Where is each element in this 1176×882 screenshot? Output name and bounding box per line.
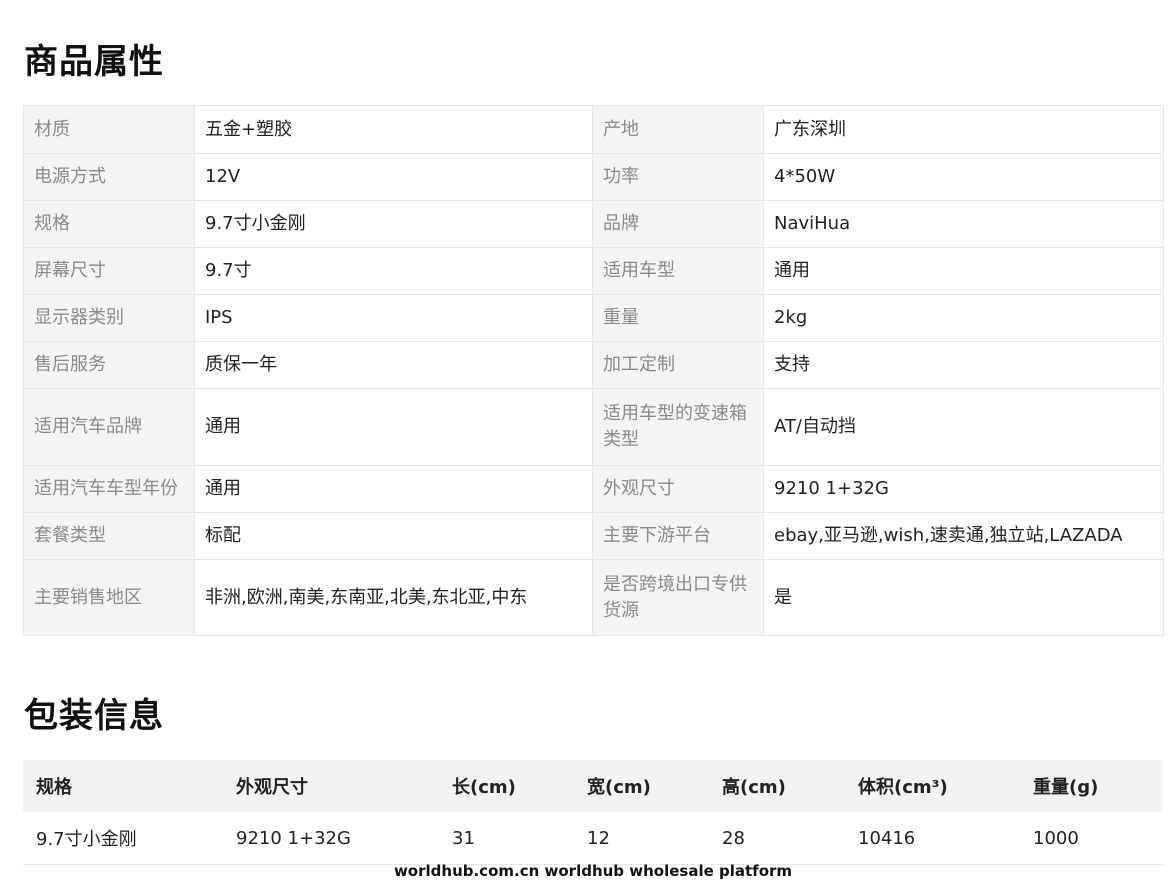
attribute-row: 材质 五金+塑胶 产地 广东深圳 — [23, 105, 1164, 154]
attribute-value: 通用 — [194, 388, 593, 466]
attribute-row: 电源方式 12V 功率 4*50W — [23, 153, 1164, 201]
packaging-cell: 31 — [439, 812, 574, 865]
packaging-header-cell: 宽(cm) — [574, 760, 709, 812]
attribute-value: 支持 — [763, 341, 1164, 389]
attribute-key: 显示器类别 — [23, 294, 195, 342]
packaging-cell: 10416 — [845, 812, 1020, 865]
attribute-value: 通用 — [194, 465, 593, 513]
packaging-cell: 1000 — [1020, 812, 1163, 865]
attribute-row: 适用汽车品牌 通用 适用车型的变速箱类型 AT/自动挡 — [23, 388, 1164, 466]
attribute-key: 功率 — [592, 153, 764, 201]
packaging-cell: 28 — [709, 812, 845, 865]
packaging-cell: 9.7寸小金刚 — [23, 812, 223, 865]
packaging-header-cell: 外观尺寸 — [223, 760, 439, 812]
packaging-header-cell: 体积(cm³) — [845, 760, 1020, 812]
attribute-key: 是否跨境出口专供货源 — [592, 559, 764, 636]
attribute-value: 非洲,欧洲,南美,东南亚,北美,东北亚,中东 — [194, 559, 593, 636]
attribute-value: NaviHua — [763, 200, 1164, 248]
packaging-header-row: 规格 外观尺寸 长(cm) 宽(cm) 高(cm) 体积(cm³) 重量(g) — [23, 760, 1163, 812]
attribute-key: 适用汽车品牌 — [23, 388, 195, 466]
attribute-value: 通用 — [763, 247, 1164, 295]
packaging-cell: 9210 1+32G — [223, 812, 439, 865]
attribute-key: 适用车型 — [592, 247, 764, 295]
attribute-value: 广东深圳 — [763, 105, 1164, 154]
attribute-row: 套餐类型 标配 主要下游平台 ebay,亚马逊,wish,速卖通,独立站,LAZADA — [23, 512, 1164, 560]
attribute-value: AT/自动挡 — [763, 388, 1164, 466]
attribute-key: 产地 — [592, 105, 764, 154]
attribute-value: 12V — [194, 153, 593, 201]
attribute-row: 规格 9.7寸小金刚 品牌 NaviHua — [23, 200, 1164, 248]
footer-watermark: worldhub.com.cn worldhub wholesale platf… — [393, 862, 793, 880]
attribute-key: 外观尺寸 — [592, 465, 764, 513]
attribute-key: 电源方式 — [23, 153, 195, 201]
attribute-row: 售后服务 质保一年 加工定制 支持 — [23, 341, 1164, 389]
attribute-key: 加工定制 — [592, 341, 764, 389]
attribute-key: 主要下游平台 — [592, 512, 764, 560]
attribute-key: 适用汽车车型年份 — [23, 465, 195, 513]
attribute-key: 售后服务 — [23, 341, 195, 389]
attribute-row: 显示器类别 IPS 重量 2kg — [23, 294, 1164, 342]
packaging-header-cell: 高(cm) — [709, 760, 845, 812]
packaging-info-table: 规格 外观尺寸 长(cm) 宽(cm) 高(cm) 体积(cm³) 重量(g) … — [23, 760, 1163, 865]
attribute-key: 套餐类型 — [23, 512, 195, 560]
attribute-value: 质保一年 — [194, 341, 593, 389]
attribute-key: 适用车型的变速箱类型 — [592, 388, 764, 466]
attribute-value: 五金+塑胶 — [194, 105, 593, 154]
attribute-value: 9210 1+32G — [763, 465, 1164, 513]
attribute-value: ebay,亚马逊,wish,速卖通,独立站,LAZADA — [763, 512, 1164, 560]
product-attributes-title: 商品属性 — [24, 42, 164, 82]
packaging-row: 9.7寸小金刚 9210 1+32G 31 12 28 10416 1000 — [23, 812, 1163, 865]
packaging-header-cell: 重量(g) — [1020, 760, 1163, 812]
attribute-row: 适用汽车车型年份 通用 外观尺寸 9210 1+32G — [23, 465, 1164, 513]
attribute-value: 9.7寸 — [194, 247, 593, 295]
packaging-info-title: 包装信息 — [24, 696, 164, 736]
packaging-cell: 12 — [574, 812, 709, 865]
attribute-value: IPS — [194, 294, 593, 342]
attribute-key: 主要销售地区 — [23, 559, 195, 636]
attribute-key: 材质 — [23, 105, 195, 154]
attribute-key: 重量 — [592, 294, 764, 342]
packaging-header-cell: 规格 — [23, 760, 223, 812]
product-attributes-table: 材质 五金+塑胶 产地 广东深圳 电源方式 12V 功率 4*50W 规格 9.7寸小金刚 品牌 Na… — [23, 105, 1164, 636]
attribute-key: 规格 — [23, 200, 195, 248]
attribute-value: 4*50W — [763, 153, 1164, 201]
attribute-row: 主要销售地区 非洲,欧洲,南美,东南亚,北美,东北亚,中东 是否跨境出口专供货源是 — [23, 559, 1164, 636]
attribute-value: 9.7寸小金刚 — [194, 200, 593, 248]
packaging-header-cell: 长(cm) — [439, 760, 574, 812]
attribute-value: 标配 — [194, 512, 593, 560]
attribute-row: 屏幕尺寸 9.7寸 适用车型 通用 — [23, 247, 1164, 295]
attribute-key: 品牌 — [592, 200, 764, 248]
attribute-value: 是 — [763, 559, 1164, 636]
attribute-value: 2kg — [763, 294, 1164, 342]
attribute-key: 屏幕尺寸 — [23, 247, 195, 295]
